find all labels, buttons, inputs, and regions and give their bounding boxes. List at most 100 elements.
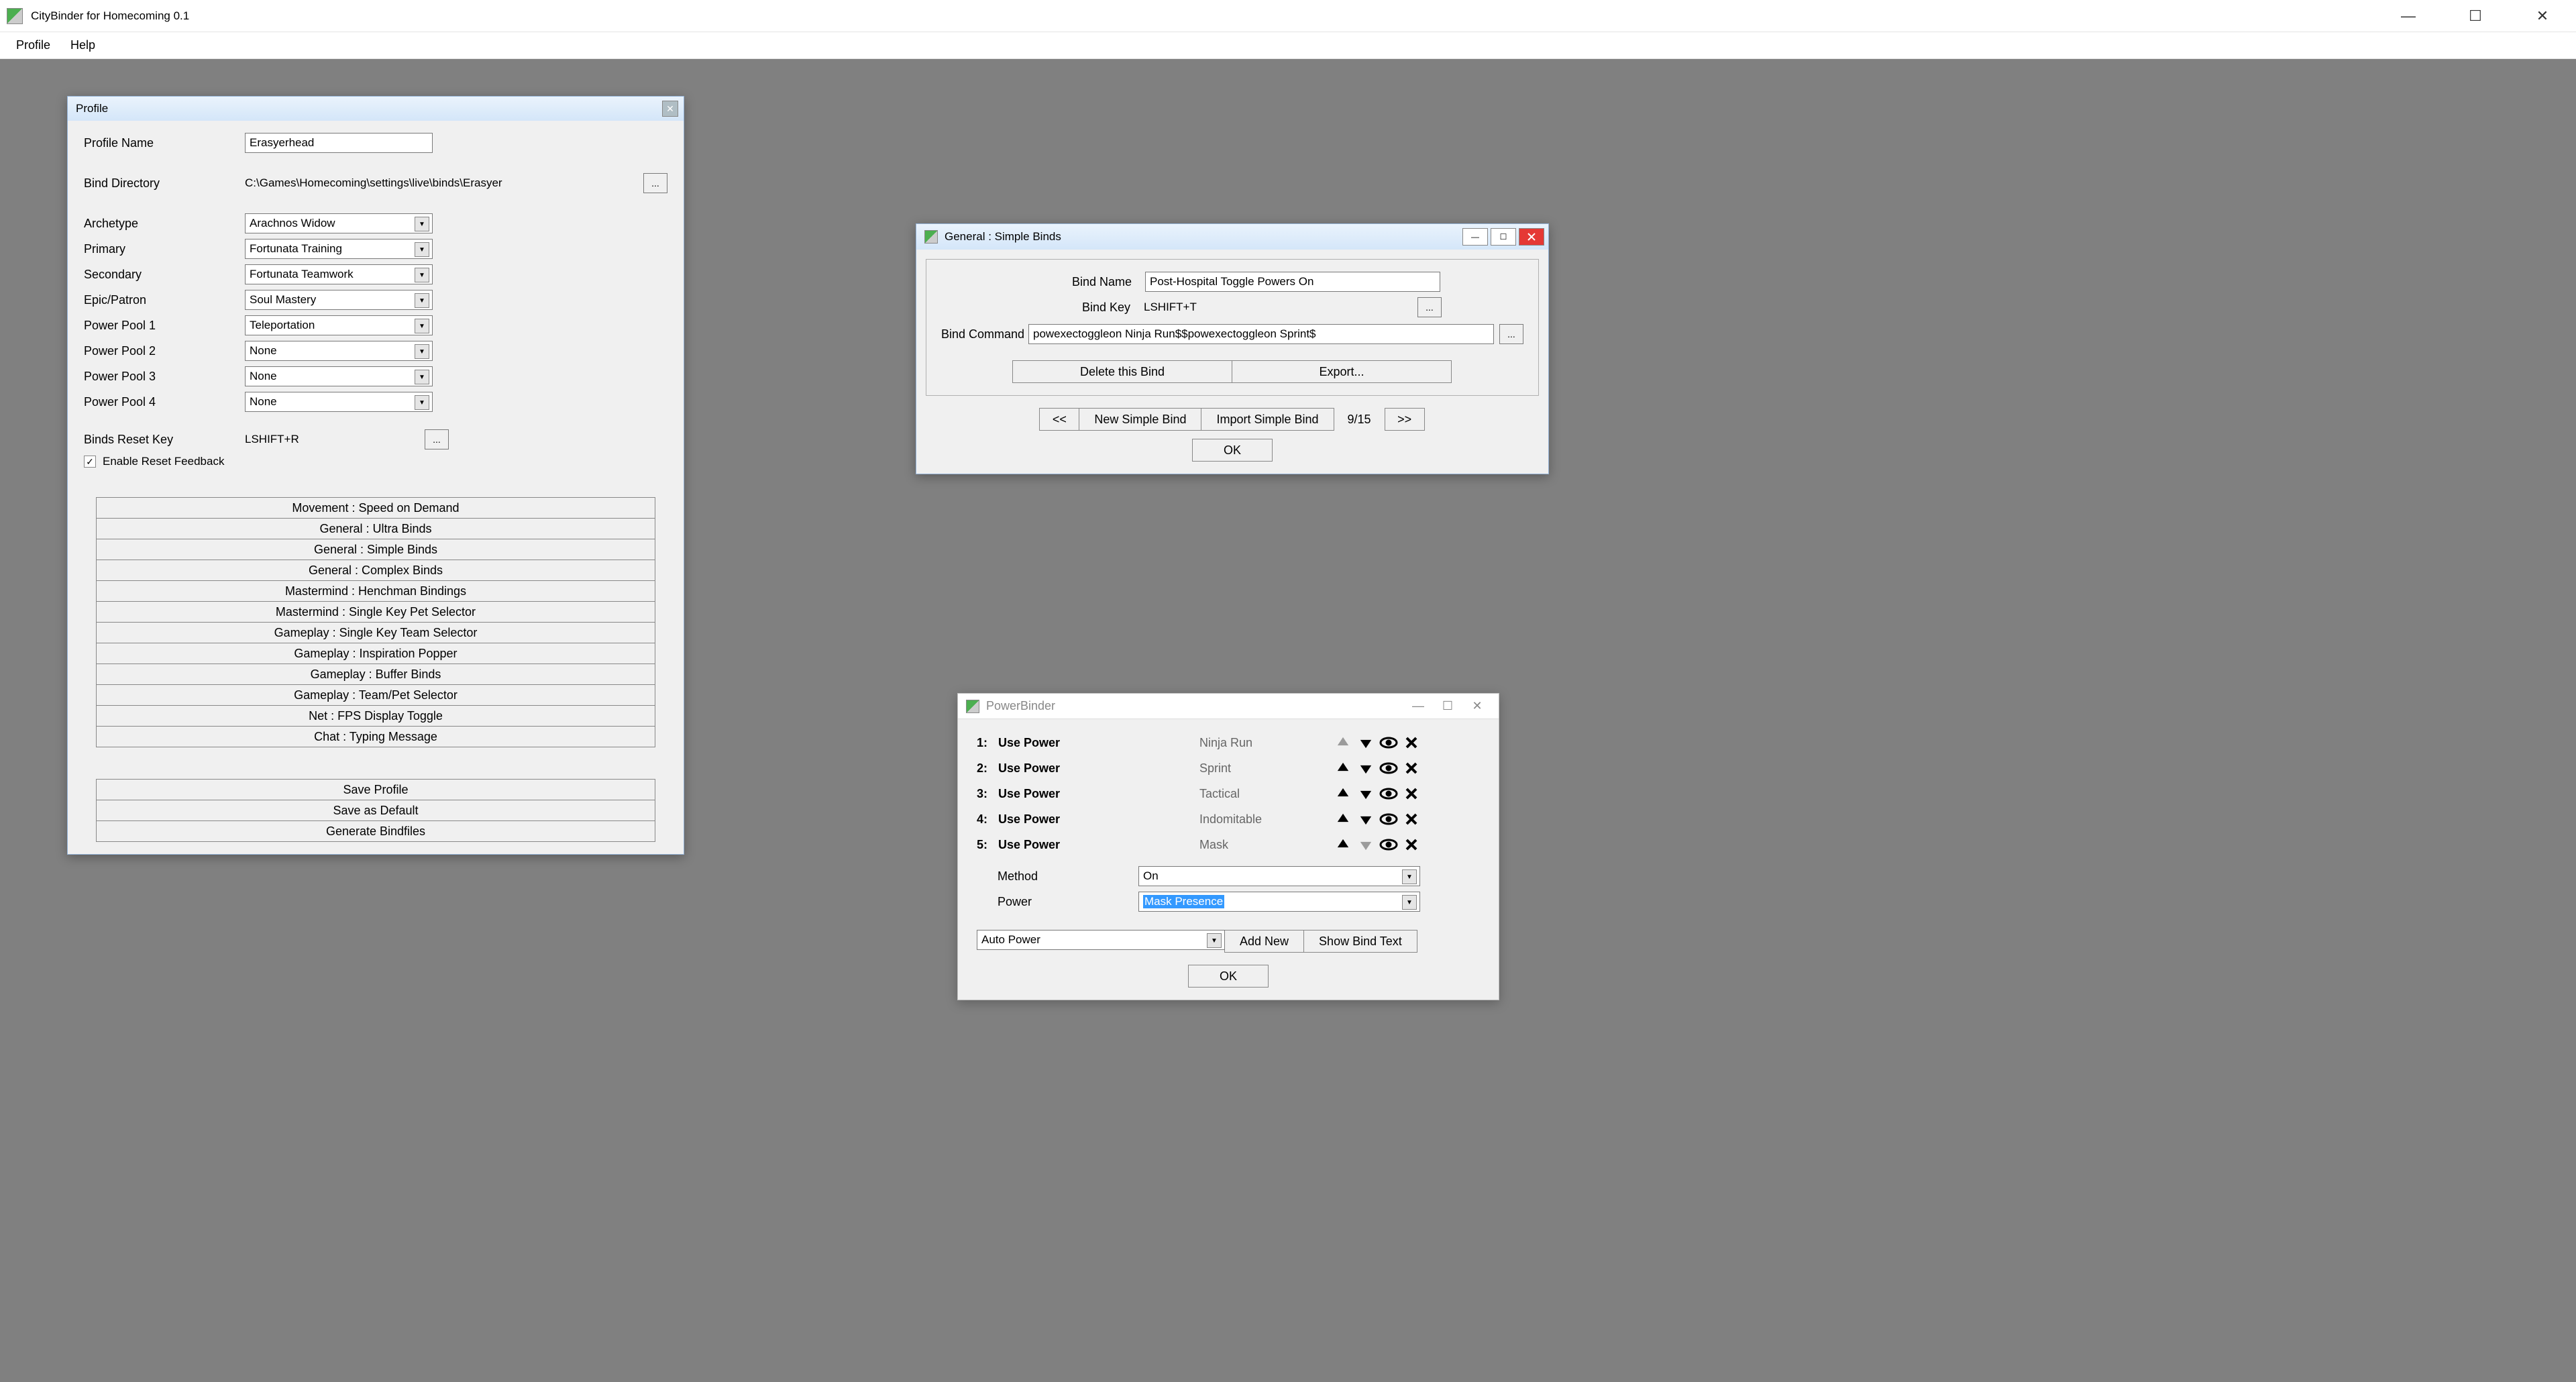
reset-feedback-label: Enable Reset Feedback bbox=[103, 455, 224, 468]
prev-bind-button[interactable]: << bbox=[1039, 408, 1079, 431]
window-controls: — ☐ ✕ bbox=[2375, 0, 2576, 32]
bind-cmd-input[interactable] bbox=[1028, 324, 1494, 344]
pb-method-dropdown[interactable]: On bbox=[1138, 866, 1420, 886]
pb-close-button[interactable]: ✕ bbox=[1462, 696, 1492, 716]
pb-delete-icon[interactable] bbox=[1402, 835, 1421, 854]
pb-maximize-button[interactable]: ☐ bbox=[1433, 696, 1462, 716]
pb-eye-icon[interactable] bbox=[1379, 835, 1398, 854]
pb-row-power-4: Mask bbox=[1199, 838, 1334, 852]
reset-key-label: Binds Reset Key bbox=[84, 433, 245, 447]
field-dropdown-5[interactable]: None bbox=[245, 341, 433, 361]
profile-name-input[interactable] bbox=[245, 133, 433, 153]
pb-up-icon[interactable] bbox=[1334, 835, 1352, 854]
pb-delete-icon[interactable] bbox=[1402, 810, 1421, 829]
field-label-7: Power Pool 4 bbox=[84, 395, 245, 409]
pb-ok-button[interactable]: OK bbox=[1188, 965, 1269, 988]
module-button-1[interactable]: General : Ultra Binds bbox=[96, 518, 655, 539]
pb-addtype-dropdown[interactable]: Auto Power bbox=[977, 930, 1225, 950]
profile-title-text: Profile bbox=[76, 102, 108, 115]
pb-power-dropdown[interactable]: Mask Presence bbox=[1138, 892, 1420, 912]
bind-cmd-edit-button[interactable]: ... bbox=[1499, 324, 1523, 344]
field-dropdown-2[interactable]: Fortunata Teamwork bbox=[245, 264, 433, 284]
pb-showtext-button[interactable]: Show Bind Text bbox=[1303, 930, 1417, 953]
module-button-4[interactable]: Mastermind : Henchman Bindings bbox=[96, 580, 655, 602]
field-dropdown-6[interactable]: None bbox=[245, 366, 433, 386]
simple-binds-title-text: General : Simple Binds bbox=[945, 230, 1061, 244]
action-button-1[interactable]: Save as Default bbox=[96, 800, 655, 821]
pb-addnew-button[interactable]: Add New bbox=[1224, 930, 1304, 953]
pb-delete-icon[interactable] bbox=[1402, 784, 1421, 803]
pb-down-icon[interactable] bbox=[1356, 759, 1375, 778]
sb-maximize-button[interactable]: ☐ bbox=[1491, 228, 1516, 246]
sb-close-button[interactable] bbox=[1519, 228, 1544, 246]
field-dropdown-7[interactable]: None bbox=[245, 392, 433, 412]
pb-delete-icon[interactable] bbox=[1402, 759, 1421, 778]
pb-down-icon[interactable] bbox=[1356, 810, 1375, 829]
next-bind-button[interactable]: >> bbox=[1385, 408, 1425, 431]
simple-binds-titlebar[interactable]: General : Simple Binds — ☐ bbox=[916, 224, 1548, 250]
pb-up-icon bbox=[1334, 733, 1352, 752]
field-dropdown-4[interactable]: Teleportation bbox=[245, 315, 433, 335]
menu-profile[interactable]: Profile bbox=[7, 34, 60, 56]
profile-close-button[interactable]: ✕ bbox=[662, 101, 678, 117]
pb-row-label-4: Use Power bbox=[998, 838, 1199, 852]
pb-minimize-button[interactable]: — bbox=[1403, 696, 1433, 716]
pb-row-label-2: Use Power bbox=[998, 787, 1199, 801]
sb-minimize-button[interactable]: — bbox=[1462, 228, 1488, 246]
bind-name-input[interactable] bbox=[1145, 272, 1440, 292]
module-button-9[interactable]: Gameplay : Team/Pet Selector bbox=[96, 684, 655, 706]
pb-row-power-2: Tactical bbox=[1199, 787, 1334, 801]
export-bind-button[interactable]: Export... bbox=[1232, 360, 1452, 383]
reset-key-set-button[interactable]: ... bbox=[425, 429, 449, 449]
action-button-2[interactable]: Generate Bindfiles bbox=[96, 820, 655, 842]
pb-row-power-1: Sprint bbox=[1199, 761, 1334, 776]
field-label-4: Power Pool 1 bbox=[84, 319, 245, 333]
pb-eye-icon[interactable] bbox=[1379, 759, 1398, 778]
pb-up-icon[interactable] bbox=[1334, 784, 1352, 803]
field-label-5: Power Pool 2 bbox=[84, 344, 245, 358]
module-button-8[interactable]: Gameplay : Buffer Binds bbox=[96, 663, 655, 685]
minimize-button[interactable]: — bbox=[2375, 0, 2442, 32]
action-button-0[interactable]: Save Profile bbox=[96, 779, 655, 800]
import-bind-button[interactable]: Import Simple Bind bbox=[1201, 408, 1334, 431]
menu-help[interactable]: Help bbox=[61, 34, 105, 56]
close-button[interactable]: ✕ bbox=[2509, 0, 2576, 32]
module-button-0[interactable]: Movement : Speed on Demand bbox=[96, 497, 655, 519]
maximize-button[interactable]: ☐ bbox=[2442, 0, 2509, 32]
bind-counter: 9/15 bbox=[1334, 408, 1385, 431]
pb-eye-icon[interactable] bbox=[1379, 784, 1398, 803]
bind-dir-browse-button[interactable]: ... bbox=[643, 173, 667, 193]
pb-titlebar[interactable]: PowerBinder — ☐ ✕ bbox=[958, 694, 1499, 719]
bind-key-value: LSHIFT+T bbox=[1144, 301, 1412, 314]
module-button-7[interactable]: Gameplay : Inspiration Popper bbox=[96, 643, 655, 664]
profile-titlebar[interactable]: Profile ✕ bbox=[68, 97, 684, 121]
pb-down-icon bbox=[1356, 835, 1375, 854]
module-button-6[interactable]: Gameplay : Single Key Team Selector bbox=[96, 622, 655, 643]
field-dropdown-0[interactable]: Arachnos Widow bbox=[245, 213, 433, 233]
profile-name-label: Profile Name bbox=[84, 136, 245, 150]
pb-down-icon[interactable] bbox=[1356, 784, 1375, 803]
field-dropdown-3[interactable]: Soul Mastery bbox=[245, 290, 433, 310]
module-button-11[interactable]: Chat : Typing Message bbox=[96, 726, 655, 747]
pb-eye-icon[interactable] bbox=[1379, 810, 1398, 829]
pb-down-icon[interactable] bbox=[1356, 733, 1375, 752]
field-dropdown-1[interactable]: Fortunata Training bbox=[245, 239, 433, 259]
pb-eye-icon[interactable] bbox=[1379, 733, 1398, 752]
delete-bind-button[interactable]: Delete this Bind bbox=[1012, 360, 1232, 383]
module-button-3[interactable]: General : Complex Binds bbox=[96, 560, 655, 581]
pb-row-power-0: Ninja Run bbox=[1199, 736, 1334, 750]
pb-up-icon[interactable] bbox=[1334, 810, 1352, 829]
module-button-10[interactable]: Net : FPS Display Toggle bbox=[96, 705, 655, 727]
menubar: Profile Help bbox=[0, 32, 2576, 59]
new-bind-button[interactable]: New Simple Bind bbox=[1079, 408, 1201, 431]
module-button-2[interactable]: General : Simple Binds bbox=[96, 539, 655, 560]
reset-feedback-checkbox[interactable]: ✓ bbox=[84, 456, 96, 468]
pb-row-num-2: 3: bbox=[977, 787, 998, 801]
bind-key-set-button[interactable]: ... bbox=[1417, 297, 1442, 317]
pb-up-icon[interactable] bbox=[1334, 759, 1352, 778]
sb-ok-button[interactable]: OK bbox=[1192, 439, 1273, 462]
pb-delete-icon[interactable] bbox=[1402, 733, 1421, 752]
module-button-5[interactable]: Mastermind : Single Key Pet Selector bbox=[96, 601, 655, 623]
pb-row-label-1: Use Power bbox=[998, 761, 1199, 776]
profile-window: Profile ✕ Profile Name Bind Directory C:… bbox=[67, 96, 684, 855]
